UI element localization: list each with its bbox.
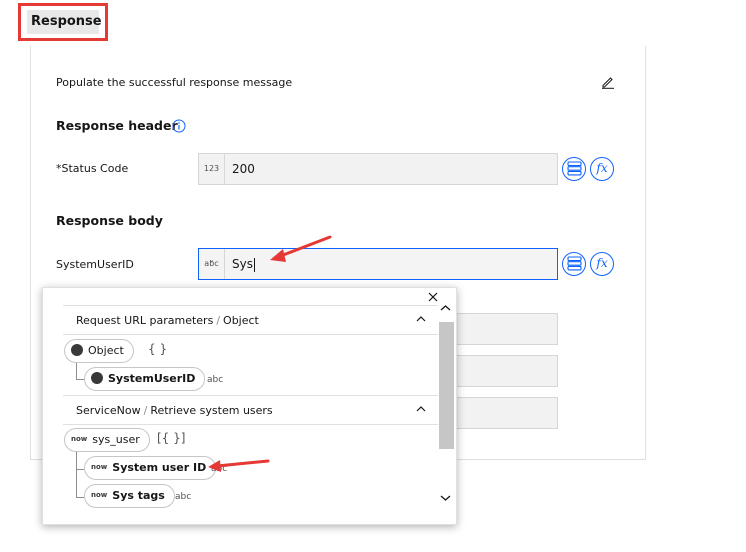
hidden-field-2[interactable]: [440, 355, 558, 387]
list-item-system-user-id[interactable]: SystemUserID: [84, 367, 206, 391]
hidden-field-1[interactable]: [440, 313, 558, 345]
list-item-object[interactable]: Object: [64, 339, 134, 363]
arrow-icon: [71, 344, 83, 356]
tree-line: [76, 379, 84, 380]
system-user-id-value: Sys: [232, 257, 253, 271]
chevron-up-icon[interactable]: [440, 304, 451, 312]
list-item-system-user-id-sn[interactable]: now System user ID: [84, 456, 217, 480]
servicenow-icon: now: [91, 463, 108, 471]
list-item-sys-user[interactable]: now sys_user: [64, 428, 150, 452]
sys-user-type-hint: [{ }]: [157, 431, 186, 445]
function-button[interactable]: fx: [590, 157, 614, 181]
text-type-badge[interactable]: abc ⌄: [199, 249, 225, 279]
scrollbar-thumb[interactable]: [439, 322, 454, 449]
section-request-url-parameters[interactable]: Request URL parameters / Object: [63, 305, 438, 335]
status-code-label: *Status Code: [56, 162, 129, 175]
tree-line: [76, 452, 77, 498]
tree-line: [76, 469, 84, 470]
function-icon: fx: [596, 256, 608, 270]
panel-description: Populate the successful response message: [56, 76, 293, 89]
object-type-hint: { }: [148, 342, 168, 356]
chevron-down-icon[interactable]: [440, 494, 451, 502]
function-button-2[interactable]: fx: [590, 252, 614, 276]
mapping-icon: [566, 161, 582, 176]
status-code-value: 200: [232, 162, 255, 176]
hidden-field-3[interactable]: [440, 397, 558, 429]
response-header-title: Response header: [56, 118, 178, 133]
info-icon[interactable]: [172, 119, 186, 133]
tree-line: [76, 497, 84, 498]
servicenow-icon: now: [71, 435, 88, 443]
edit-icon[interactable]: [601, 75, 615, 89]
mapping-button-2[interactable]: [562, 252, 586, 276]
response-tab[interactable]: Response: [27, 10, 102, 34]
chevron-up-icon[interactable]: [416, 314, 426, 324]
number-type-badge: 123: [199, 154, 225, 184]
chevron-down-icon: ⌄: [208, 256, 215, 264]
response-body-title: Response body: [56, 213, 163, 228]
tree-line: [76, 363, 77, 380]
section-servicenow[interactable]: ServiceNow / Retrieve system users: [63, 395, 438, 425]
servicenow-icon: now: [91, 491, 108, 499]
status-code-field[interactable]: 123 200: [198, 153, 558, 185]
function-icon: fx: [596, 161, 608, 175]
list-item-sys-tags[interactable]: now Sys tags: [84, 484, 175, 508]
system-user-id-field[interactable]: abc ⌄ Sys: [198, 248, 558, 280]
annotation-arrow-icon: [208, 459, 270, 472]
type-hint: abc: [175, 492, 192, 502]
mapping-dropdown: Request URL parameters / Object Object { }…: [42, 287, 457, 525]
text-cursor: [253, 257, 255, 272]
annotation-arrow-icon: [270, 235, 332, 262]
system-user-id-label: SystemUserID: [56, 258, 134, 271]
arrow-icon: [91, 372, 103, 384]
type-hint: abc: [207, 375, 224, 385]
response-tab-highlight: Response: [18, 3, 108, 41]
mapping-button[interactable]: [562, 157, 586, 181]
mapping-icon: [566, 256, 582, 271]
chevron-up-icon[interactable]: [416, 404, 426, 414]
